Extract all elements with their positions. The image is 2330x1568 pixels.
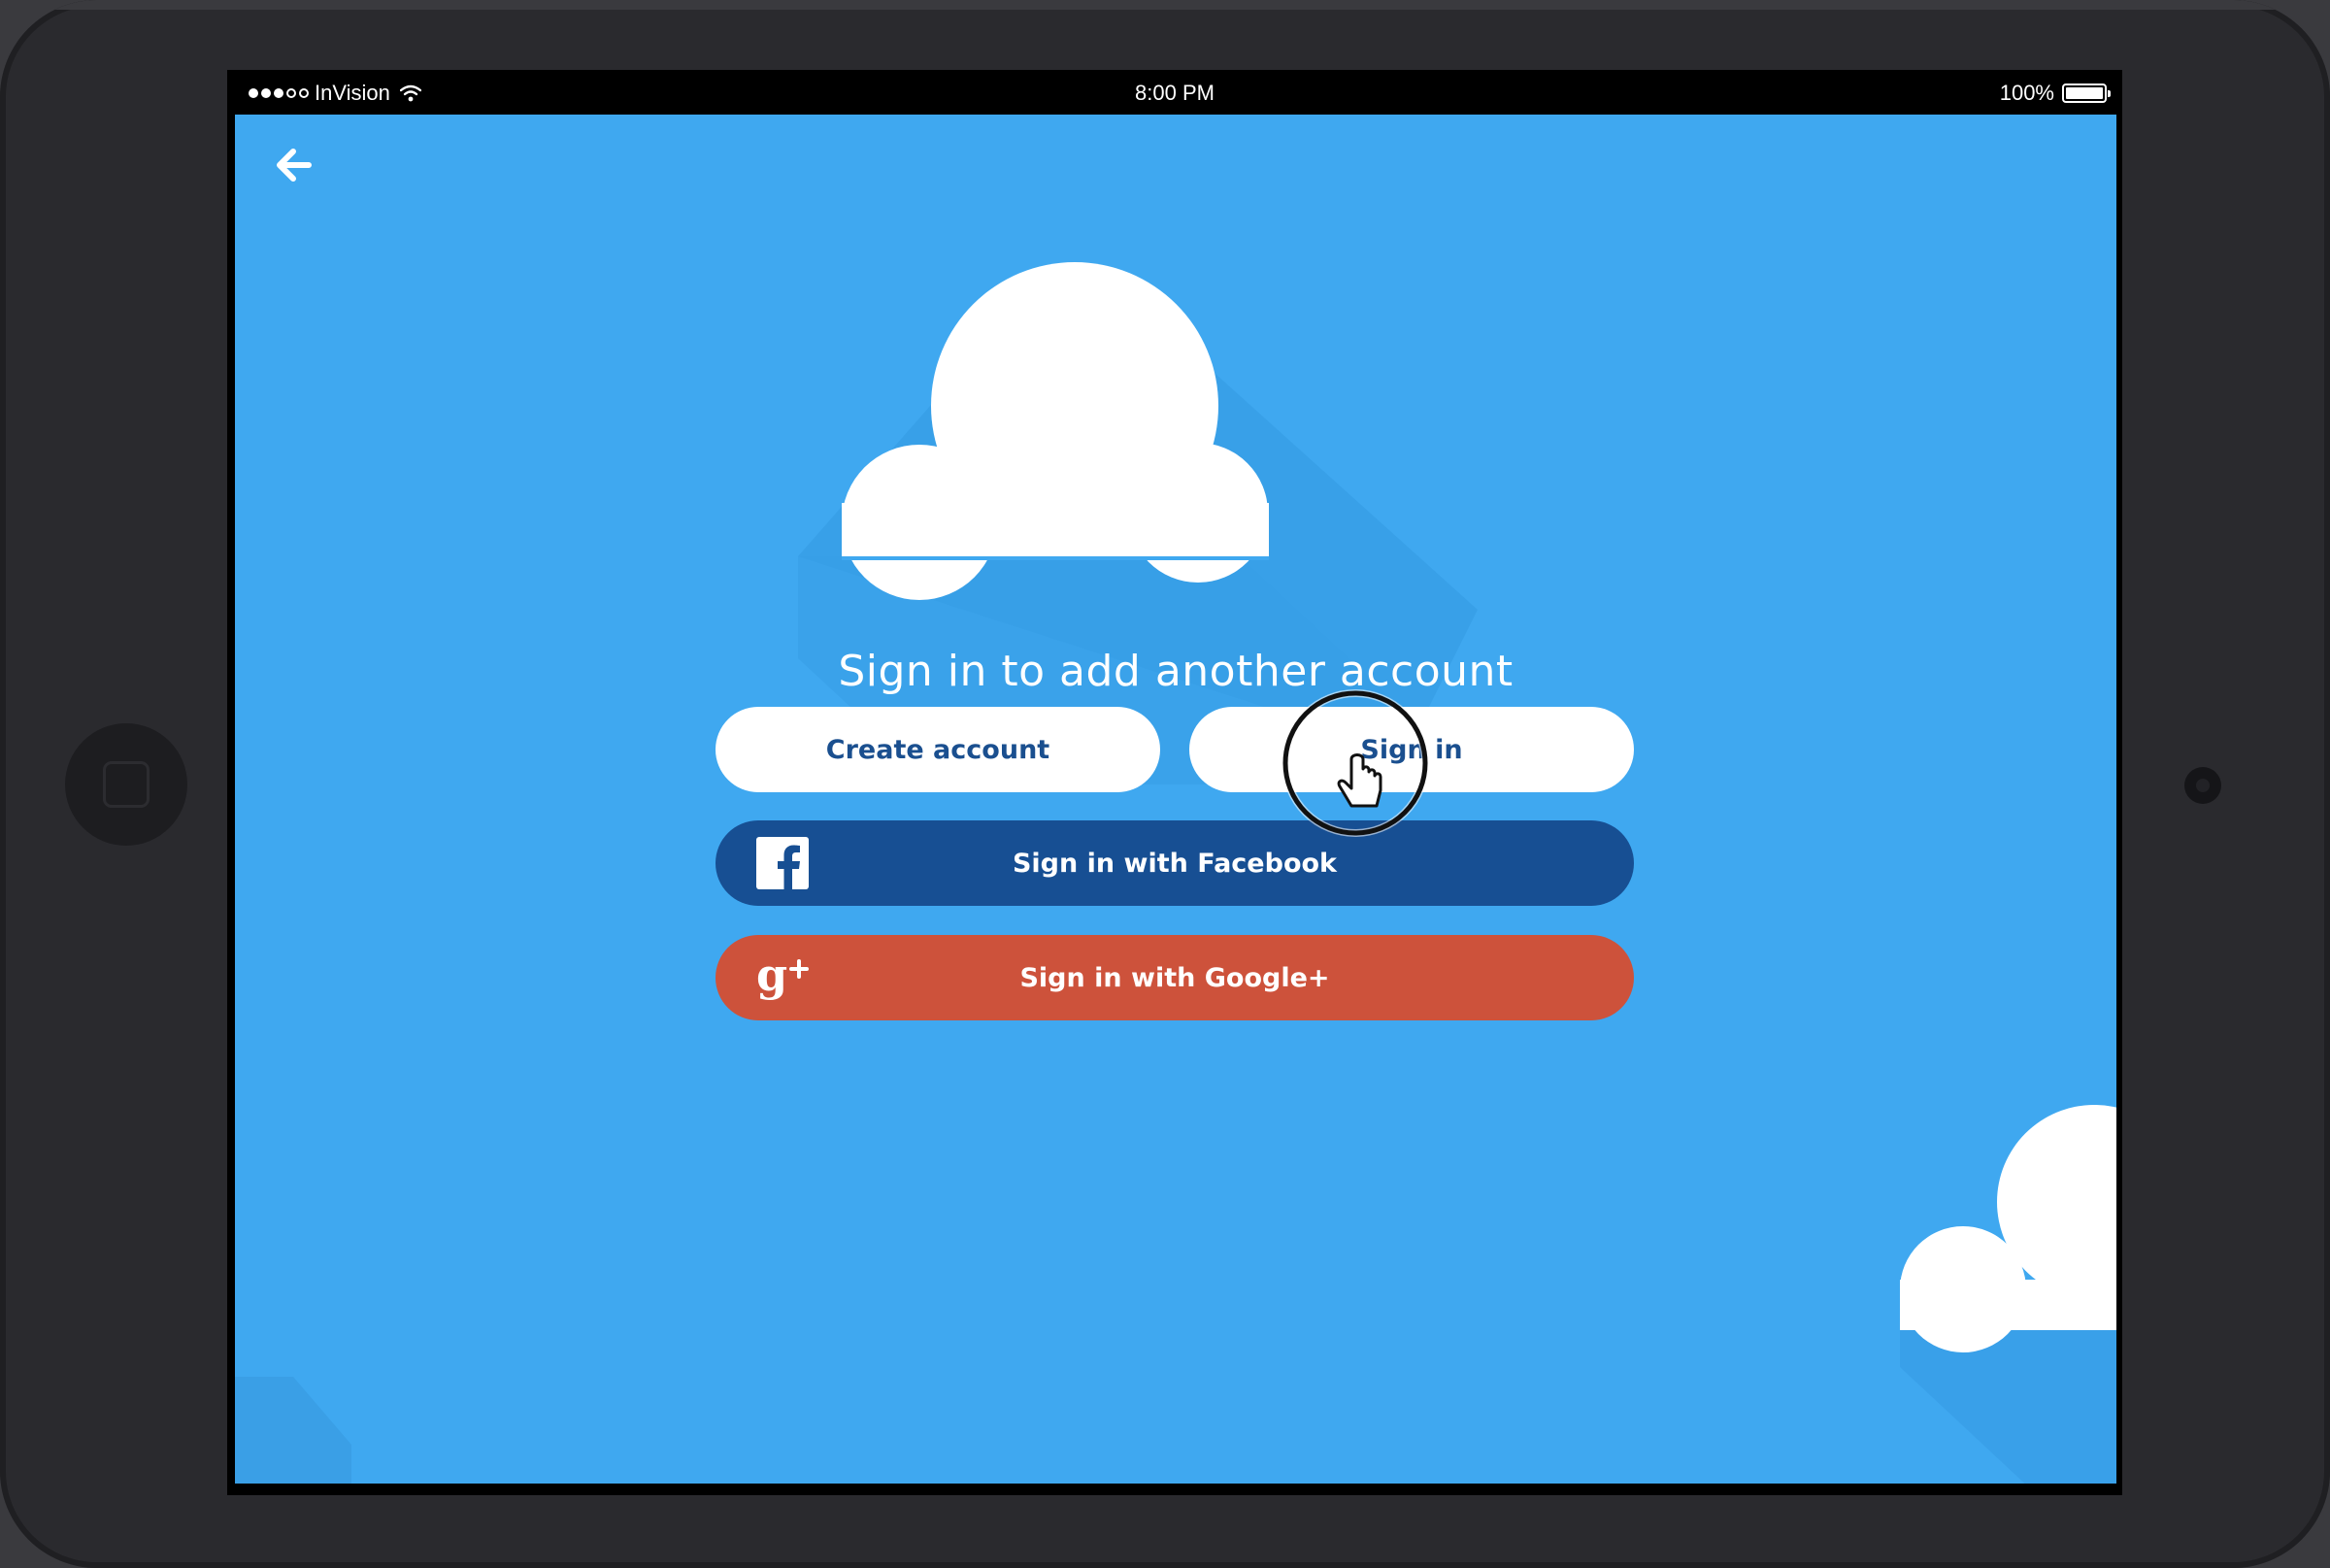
create-account-label: Create account — [825, 734, 1050, 765]
home-button[interactable] — [65, 723, 187, 846]
sign-in-label: Sign in — [1360, 734, 1463, 765]
status-time: 8:00 PM — [1135, 81, 1215, 105]
svg-text:g: g — [756, 951, 787, 1001]
facebook-icon — [756, 837, 809, 889]
cloud-illustration — [798, 262, 1478, 784]
home-button-icon — [103, 761, 150, 808]
corner-cloud-illustration — [1900, 1105, 2116, 1484]
sign-in-button[interactable]: Sign in — [1189, 707, 1634, 792]
battery-icon — [2062, 83, 2111, 103]
back-arrow-icon[interactable] — [266, 136, 324, 194]
google-sign-in-button[interactable]: g Sign in with Google+ — [716, 935, 1634, 1020]
create-account-button[interactable]: Create account — [716, 707, 1160, 792]
battery-percentage: 100% — [1999, 81, 2054, 105]
google-plus-icon: g — [756, 951, 809, 1001]
tablet-screen: InVision 8:00 PM 100% Sign in to add ano… — [227, 70, 2122, 1495]
sign-in-screen: Sign in to add another account Create ac… — [235, 115, 2116, 1484]
facebook-sign-in-button[interactable]: Sign in with Facebook — [716, 820, 1634, 906]
google-button-label: Sign in with Google+ — [1019, 962, 1330, 993]
tablet-frame: InVision 8:00 PM 100% Sign in to add ano… — [0, 0, 2330, 1568]
status-bar: InVision 8:00 PM 100% — [227, 70, 2122, 115]
cloud-shadow-decoration — [235, 1377, 351, 1484]
status-right: 100% — [1999, 81, 2111, 106]
front-camera — [2184, 767, 2221, 804]
facebook-button-label: Sign in with Facebook — [1012, 848, 1338, 879]
page-title: Sign in to add another account — [838, 647, 1514, 696]
